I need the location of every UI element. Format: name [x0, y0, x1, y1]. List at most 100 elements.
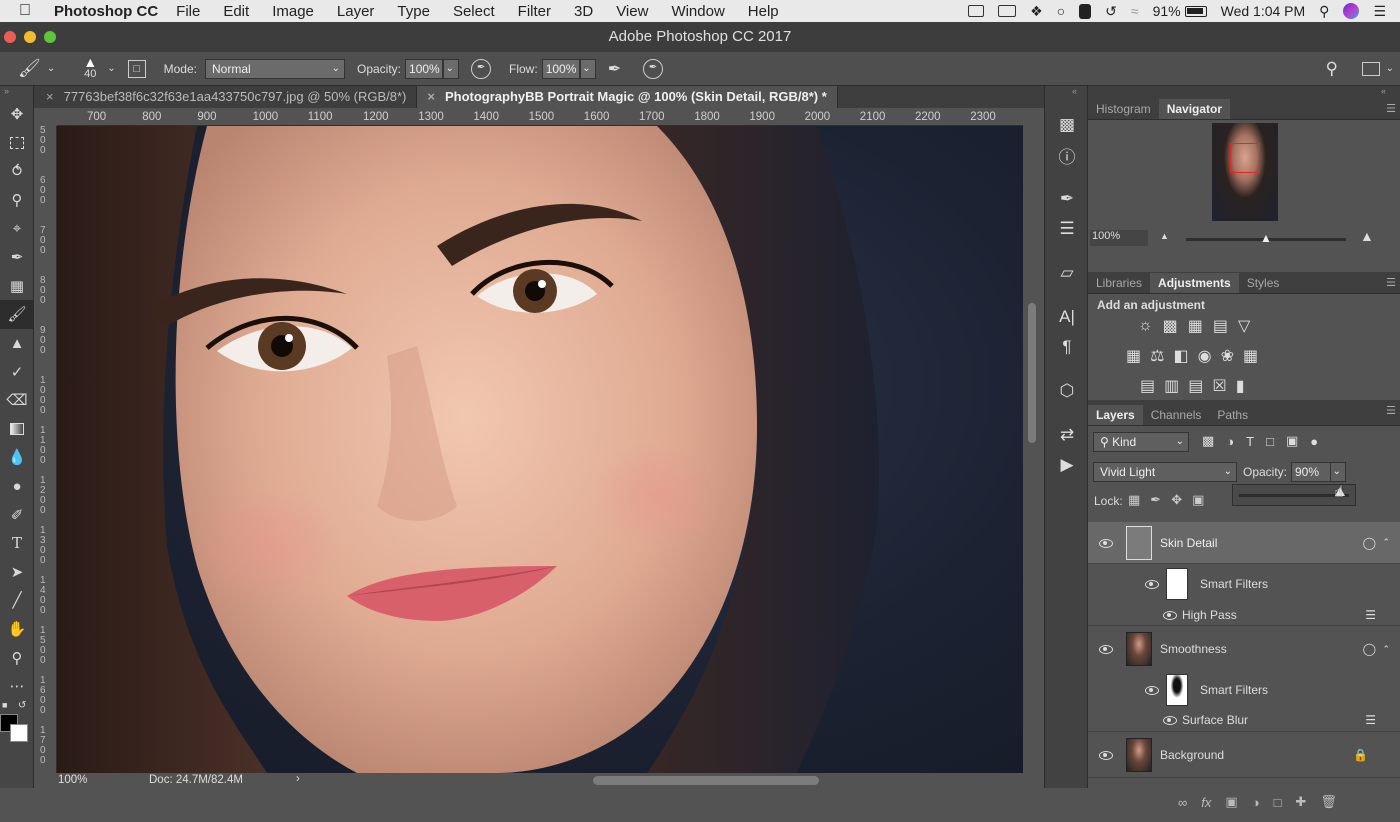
- airbrush-icon[interactable]: ✒: [608, 59, 621, 79]
- time-machine-icon[interactable]: ↺: [1105, 3, 1117, 20]
- search-icon[interactable]: ⚲: [1326, 59, 1338, 79]
- layer-row-surface-blur[interactable]: Surface Blur ☰: [1088, 708, 1400, 732]
- filter-smart-object-icon[interactable]: ▣: [1286, 433, 1298, 449]
- selective-color-icon[interactable]: ☒: [1212, 376, 1226, 396]
- close-tab-icon[interactable]: ×: [46, 89, 54, 104]
- path-selection-tool-icon[interactable]: ➤: [0, 558, 34, 587]
- tab-libraries[interactable]: Libraries: [1088, 273, 1150, 293]
- layer-opacity-field[interactable]: 90%: [1291, 462, 1331, 482]
- eyedropper-tool-icon[interactable]: ✒: [0, 243, 34, 272]
- chevron-down-icon[interactable]: ⌄: [1386, 63, 1394, 74]
- pen-tool-icon[interactable]: ✐: [0, 500, 34, 529]
- layer-row-high-pass[interactable]: High Pass ☰: [1088, 604, 1400, 626]
- brush-preset-picker[interactable]: ▲ 40: [77, 55, 103, 80]
- layer-name[interactable]: Skin Detail: [1160, 536, 1217, 550]
- tab-layers[interactable]: Layers: [1088, 405, 1143, 425]
- menu-3d[interactable]: 3D: [574, 3, 593, 20]
- zoom-slider-handle[interactable]: ▲: [1260, 231, 1272, 245]
- tool-preset-dropdown-icon[interactable]: ⌄: [47, 63, 55, 74]
- brushes-panel-icon[interactable]: ☰: [1045, 214, 1089, 244]
- horizontal-scrollbar[interactable]: [593, 776, 819, 785]
- menu-window[interactable]: Window: [671, 3, 724, 20]
- filter-blending-options-icon[interactable]: ☰: [1365, 608, 1376, 622]
- panel-menu-icon[interactable]: ☰: [1386, 404, 1396, 417]
- brush-tool-icon[interactable]: 🖌: [0, 300, 34, 329]
- scroll-thumb[interactable]: [1028, 303, 1036, 443]
- lock-artboard-icon[interactable]: ▣: [1192, 492, 1204, 508]
- wifi-icon[interactable]: ≈: [1131, 3, 1139, 19]
- smart-filters-label[interactable]: Smart Filters: [1200, 683, 1268, 697]
- menu-file[interactable]: File: [176, 3, 200, 20]
- layer-row-smart-filters-1[interactable]: Smart Filters: [1088, 564, 1400, 604]
- swap-colors-icon[interactable]: ↺: [18, 700, 26, 711]
- layer-name[interactable]: Background: [1160, 748, 1224, 762]
- app-menu[interactable]: Photoshop CC: [54, 3, 158, 20]
- brush-settings-icon[interactable]: ✒: [1045, 184, 1089, 214]
- visibility-eye-icon[interactable]: [1098, 750, 1114, 760]
- clone-stamp-tool-icon[interactable]: ▲: [0, 329, 34, 358]
- menu-edit[interactable]: Edit: [223, 3, 249, 20]
- history-brush-tool-icon[interactable]: ✓: [0, 357, 34, 386]
- close-tab-icon[interactable]: ×: [427, 89, 435, 104]
- more-tools-icon[interactable]: ⋯: [0, 672, 34, 701]
- color-lookup-icon[interactable]: ▦: [1243, 346, 1258, 366]
- actions-panel-icon[interactable]: ▶: [1045, 450, 1089, 480]
- panel-menu-icon[interactable]: ☰: [1386, 102, 1396, 115]
- filter-shape-icon[interactable]: □: [1266, 434, 1274, 449]
- battery-icon[interactable]: [1184, 5, 1207, 17]
- type-tool-icon[interactable]: T: [0, 529, 34, 558]
- filter-pixel-icon[interactable]: ▩: [1202, 433, 1214, 449]
- threshold-icon[interactable]: ▤: [1188, 376, 1203, 396]
- layer-row-smoothness[interactable]: Smoothness ◯ ⌃: [1088, 626, 1400, 672]
- smart-filter-mask-icon[interactable]: ◯: [1363, 536, 1376, 550]
- move-tool-icon[interactable]: ✥: [0, 100, 34, 129]
- black-white-icon[interactable]: ◧: [1173, 346, 1188, 366]
- chevron-up-icon[interactable]: ⌃: [1382, 537, 1390, 548]
- link-layers-icon[interactable]: ∞: [1178, 795, 1187, 810]
- panel-menu-icon[interactable]: ☰: [1386, 276, 1396, 289]
- curves-icon[interactable]: ▦: [1188, 316, 1203, 336]
- filter-name[interactable]: High Pass: [1182, 608, 1237, 622]
- default-colors-icon[interactable]: ■: [2, 700, 7, 710]
- vibrance-icon[interactable]: ▽: [1238, 316, 1250, 336]
- apple-icon[interactable]: : [14, 2, 36, 20]
- zoom-level[interactable]: 100%: [58, 774, 87, 786]
- delete-layer-icon[interactable]: 🗑: [1320, 794, 1337, 810]
- display-icon[interactable]: [998, 5, 1017, 17]
- dodge-tool-icon[interactable]: ●: [0, 472, 34, 501]
- tab-document-2[interactable]: × PhotographyBB Portrait Magic @ 100% (Sk…: [417, 86, 838, 108]
- brush-preset-dropdown-icon[interactable]: ⌄: [107, 63, 115, 74]
- quick-selection-tool-icon[interactable]: ⚲: [0, 186, 34, 215]
- chevron-up-icon[interactable]: ⌃: [1382, 644, 1390, 655]
- workspace-switcher-icon[interactable]: [1362, 61, 1380, 76]
- layer-row-smart-filters-2[interactable]: Smart Filters: [1088, 672, 1400, 708]
- levels-icon[interactable]: ▩: [1163, 316, 1178, 336]
- navigator-preview[interactable]: [1212, 123, 1278, 221]
- smart-filter-mask-icon[interactable]: ◯: [1363, 642, 1376, 656]
- opacity-slider-track[interactable]: [1239, 494, 1349, 497]
- tab-histogram[interactable]: Histogram: [1088, 99, 1159, 119]
- posterize-icon[interactable]: ▥: [1164, 376, 1179, 396]
- minimize-window-button[interactable]: [24, 31, 36, 43]
- filter-name[interactable]: Surface Blur: [1182, 713, 1248, 727]
- properties-panel-icon[interactable]: ⇄: [1045, 420, 1089, 450]
- tab-adjustments[interactable]: Adjustments: [1150, 273, 1239, 293]
- brush-panel-toggle-icon[interactable]: □: [127, 59, 146, 78]
- gradient-tool-icon[interactable]: [0, 415, 34, 444]
- clone-source-icon[interactable]: ▱: [1045, 258, 1089, 288]
- zoom-window-button[interactable]: [44, 31, 56, 43]
- menu-view[interactable]: View: [616, 3, 648, 20]
- visibility-eye-icon[interactable]: [1162, 715, 1178, 725]
- mode-select[interactable]: Normal ⌄: [205, 58, 345, 79]
- filter-adjustment-icon[interactable]: ◑: [1226, 434, 1234, 449]
- app-status-icon[interactable]: [1079, 3, 1092, 19]
- creative-cloud-icon[interactable]: ○: [1057, 3, 1065, 19]
- new-layer-icon[interactable]: ✚: [1295, 794, 1306, 810]
- 3d-panel-icon[interactable]: ⬡: [1045, 376, 1089, 406]
- blur-tool-icon[interactable]: 💧: [0, 443, 34, 472]
- visibility-eye-icon[interactable]: [1098, 538, 1114, 548]
- line-tool-icon[interactable]: ╱: [0, 586, 34, 615]
- layer-row-skin-detail[interactable]: Skin Detail ◯ ⌃: [1088, 522, 1400, 564]
- zoom-tool-icon[interactable]: ⚲: [0, 643, 34, 672]
- hand-tool-icon[interactable]: ✋: [0, 615, 34, 644]
